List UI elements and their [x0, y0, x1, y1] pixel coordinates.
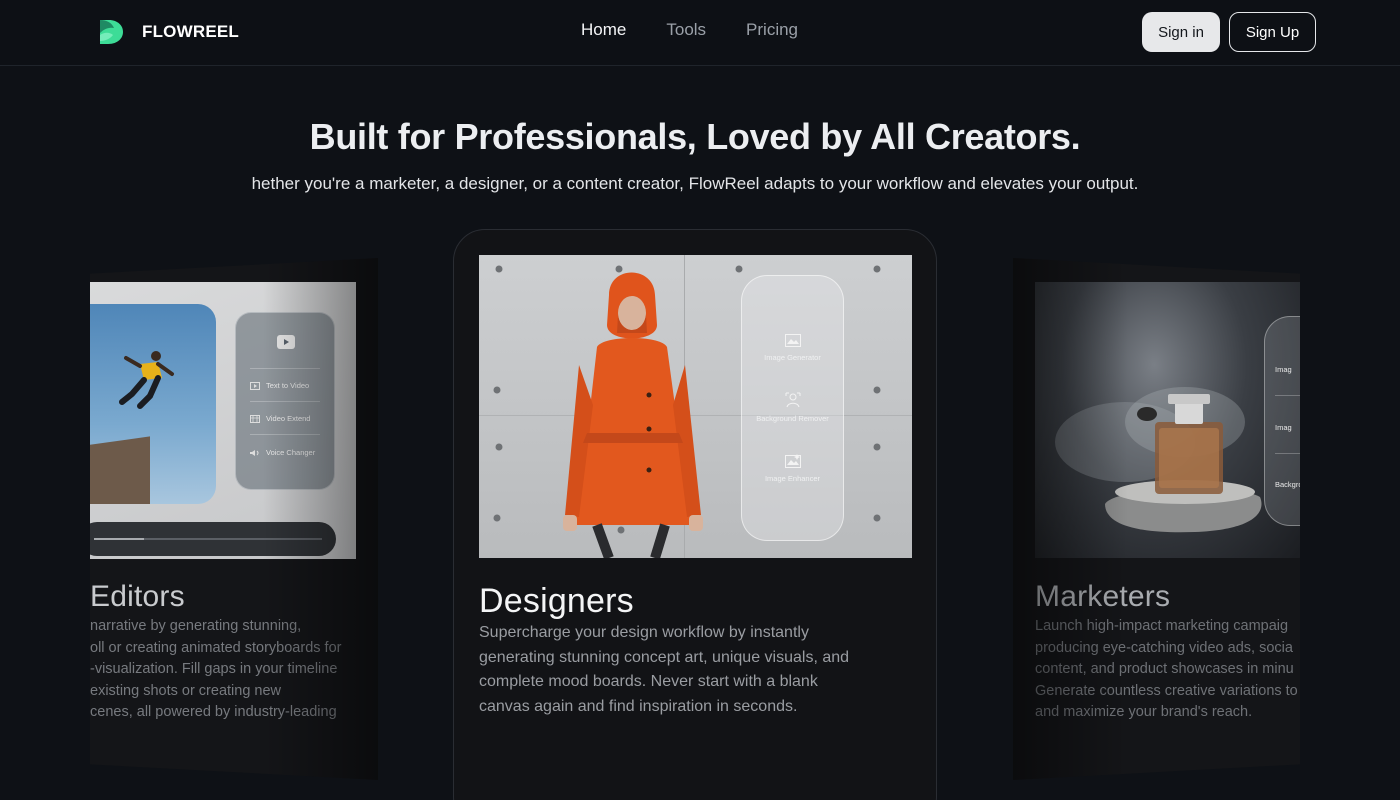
top-navbar: FLOWREEL Home Tools Pricing Sign in Sign…	[0, 0, 1400, 66]
youtube-icon	[277, 335, 295, 349]
nav-home-link[interactable]: Home	[581, 20, 626, 40]
editors-card-image: Text to Video Video Extend Voice Changer	[90, 282, 356, 559]
hero-subtitle: hether you're a marketer, a designer, or…	[251, 174, 1139, 193]
panel-item-video-extend[interactable]: Video Extend	[250, 414, 310, 423]
marketers-card-title: Marketers	[1035, 580, 1171, 613]
designers-card[interactable]: Image Generator Background Remover Image…	[453, 229, 937, 800]
marketers-card[interactable]: Imag Imag Backgro Marketers Launch high-…	[1013, 258, 1300, 780]
panel-item-image-generator[interactable]: Image Generator	[742, 334, 843, 362]
flowreel-logo-icon	[100, 20, 123, 44]
image-icon	[784, 334, 801, 347]
designers-card-image: Image Generator Background Remover Image…	[479, 255, 912, 558]
designers-card-description: Supercharge your design workflow by inst…	[479, 624, 850, 715]
marketers-card-description: Launch high-impact marketing campaig pro…	[1035, 618, 1298, 720]
model-orange-coat	[563, 272, 703, 558]
designers-tools-panel: Image Generator Background Remover Image…	[741, 275, 844, 541]
editors-card-description: narrative by generating stunning, oll or…	[90, 618, 342, 720]
panel-item-text-to-video[interactable]: Text to Video	[250, 381, 309, 390]
image-enhance-icon	[784, 454, 801, 468]
timeline-bar[interactable]	[90, 522, 336, 556]
play-icon	[250, 381, 260, 390]
marketers-card-image: Imag Imag Backgro	[1035, 282, 1300, 558]
parkour-photo	[90, 304, 216, 504]
main-nav: Home Tools Pricing	[581, 20, 798, 40]
panel-item-voice-changer[interactable]: Voice Changer	[250, 448, 315, 457]
brand-name: FLOWREEL	[142, 22, 239, 41]
panel-item-image-enhancer[interactable]: Image Enhancer	[742, 454, 843, 483]
film-icon	[250, 414, 260, 423]
hero-title: Built for Professionals, Loved by All Cr…	[309, 116, 1081, 157]
editors-card[interactable]: Text to Video Video Extend Voice Changer…	[90, 258, 378, 780]
sign-in-button[interactable]: Sign in	[1142, 12, 1220, 52]
designers-card-title: Designers	[479, 582, 634, 620]
brand-logo[interactable]: FLOWREEL	[96, 16, 239, 48]
nav-tools-link[interactable]: Tools	[666, 20, 706, 40]
background-remove-icon	[785, 392, 800, 408]
marketers-tools-panel: Imag Imag Backgro	[1264, 316, 1300, 526]
sign-up-button[interactable]: Sign Up	[1229, 12, 1316, 52]
panel-item-background-remover[interactable]: Background Remover	[742, 392, 843, 423]
editors-tools-panel: Text to Video Video Extend Voice Changer	[235, 312, 335, 490]
speaker-icon	[250, 449, 259, 456]
editors-card-title: Editors	[90, 580, 185, 613]
nav-pricing-link[interactable]: Pricing	[746, 20, 798, 40]
